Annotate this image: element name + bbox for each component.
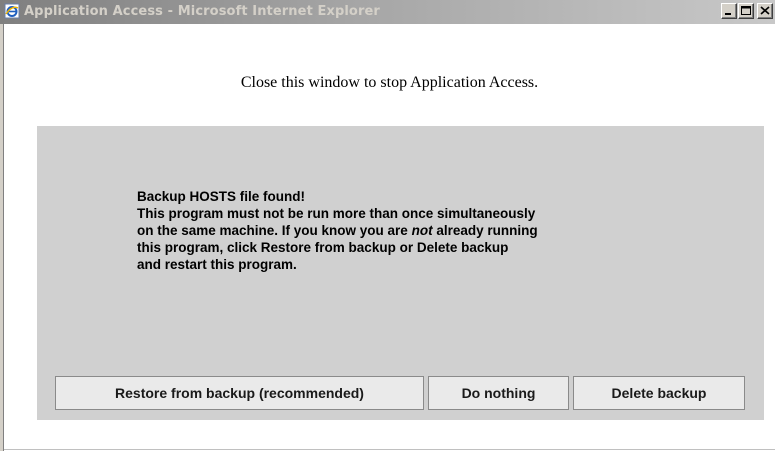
message-emphasis-not: not [411,223,433,238]
message-line-1: Backup HOSTS file found! [137,189,306,204]
status-divider [4,449,775,450]
message-line-2: This program must not be run more than o… [137,206,536,221]
window-title: Application Access - Microsoft Internet … [24,4,380,19]
message-line-3: on the same machine. If you know you are… [137,222,697,239]
minimize-button[interactable] [721,3,737,19]
message-line-3-start: on the same machine. If you know you are [137,223,412,238]
internet-explorer-icon [4,3,20,19]
do-nothing-button[interactable]: Do nothing [428,376,569,410]
page-instruction: Close this window to stop Application Ac… [240,74,539,91]
maximize-button[interactable] [738,3,754,19]
backup-warning-panel: Backup HOSTS file found! This program mu… [37,126,764,420]
restore-from-backup-button[interactable]: Restore from backup (recommended) [55,376,424,410]
browser-window: Application Access - Microsoft Internet … [0,0,775,451]
title-bar[interactable]: Application Access - Microsoft Internet … [0,0,775,24]
message-line-3-end: already running [432,223,538,238]
message-line-5: and restart this program. [137,257,297,272]
close-button[interactable] [757,3,773,19]
warning-message: Backup HOSTS file found! This program mu… [137,188,697,273]
message-line-4: this program, click Restore from backup … [137,240,509,255]
page-content: Close this window to stop Application Ac… [4,24,775,451]
delete-backup-button[interactable]: Delete backup [573,376,745,410]
